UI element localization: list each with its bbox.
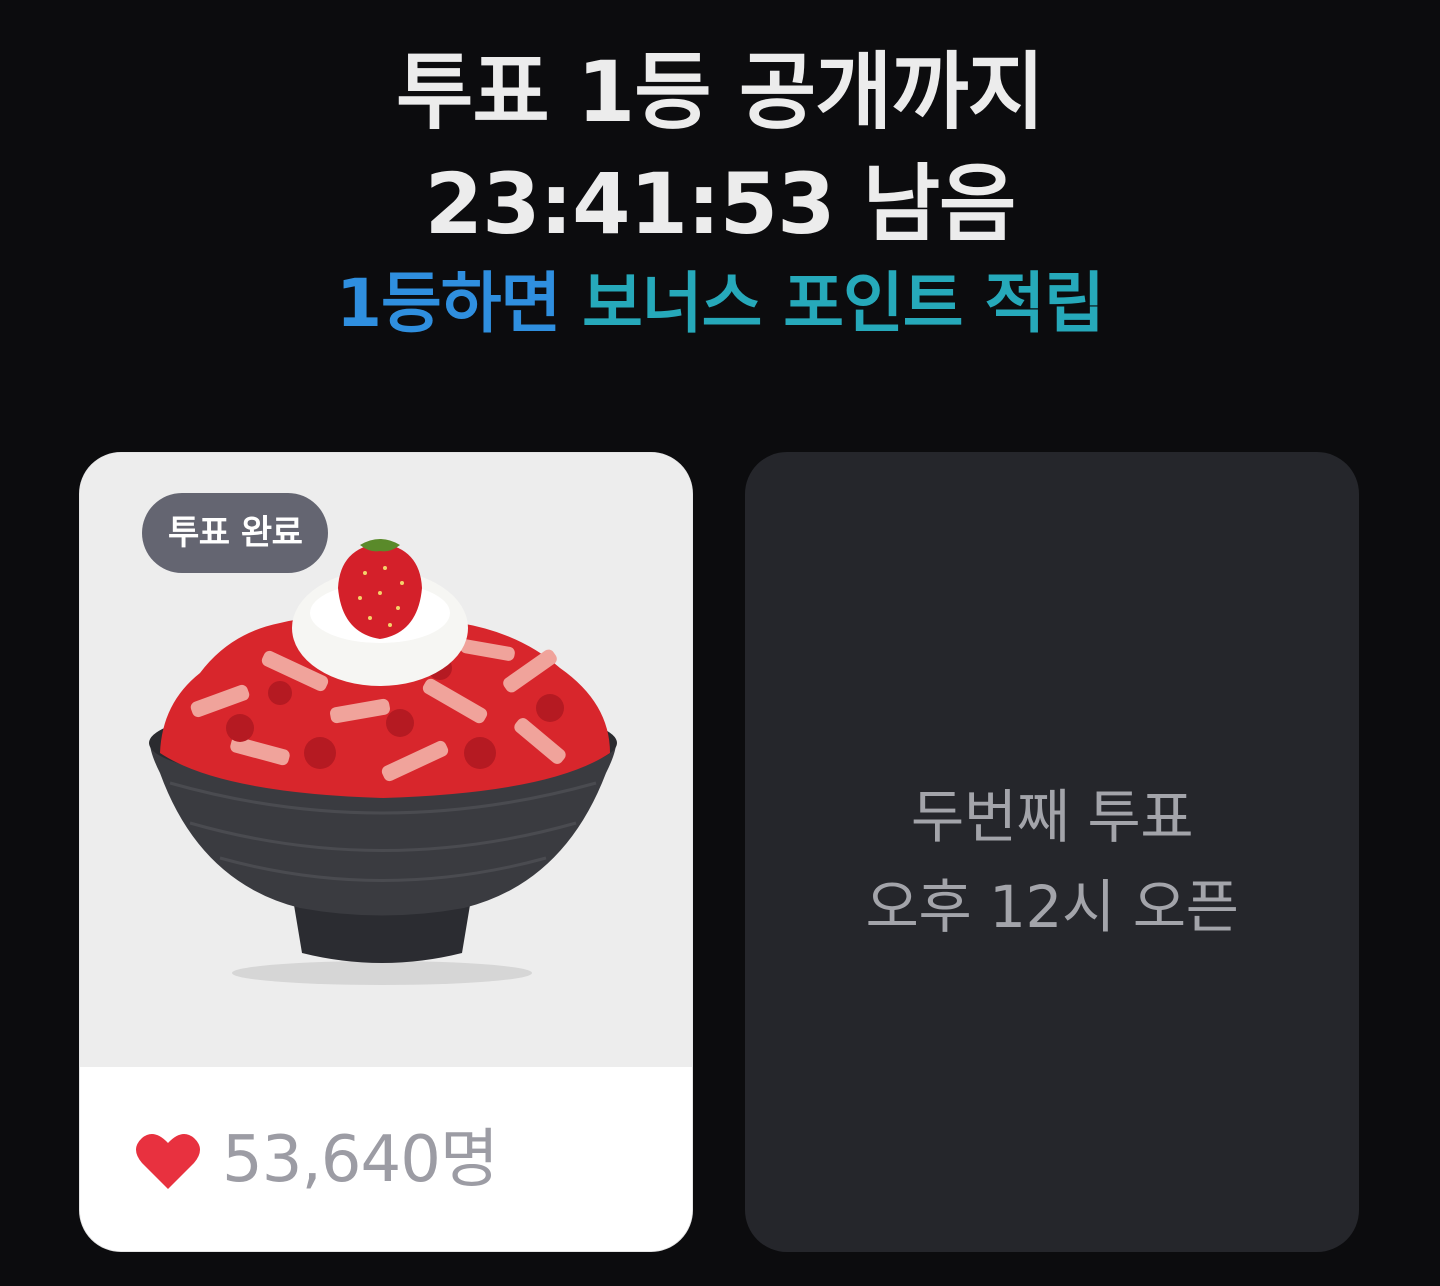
header: 투표 1등 공개까지 23:41:53 남음 1등하면 보너스 포인트 적립 bbox=[0, 36, 1440, 344]
vote-footer: 53,640명 bbox=[80, 1067, 692, 1251]
next-vote-info: 두번째 투표 오후 12시 오픈 bbox=[745, 772, 1359, 952]
next-vote-card: 두번째 투표 오후 12시 오픈 bbox=[745, 452, 1359, 1252]
voted-menu-card[interactable]: 투표 완료 53,640명 bbox=[79, 452, 693, 1252]
vote-page: 투표 1등 공개까지 23:41:53 남음 1등하면 보너스 포인트 적립 투… bbox=[0, 0, 1440, 1286]
menu-photo: 투표 완료 bbox=[80, 453, 692, 1067]
bonus-notice-part1: 1등하면 bbox=[336, 265, 561, 342]
countdown-title: 투표 1등 공개까지 bbox=[396, 43, 1045, 141]
bonus-notice-part2: 보너스 포인트 적립 bbox=[582, 265, 1105, 342]
bonus-notice: 1등하면 보너스 포인트 적립 bbox=[0, 264, 1440, 344]
countdown-timer: 23:41:53 남음 bbox=[424, 155, 1017, 253]
next-vote-title: 두번째 투표 bbox=[910, 783, 1194, 851]
vote-count: 53,640명 bbox=[222, 1123, 499, 1197]
next-vote-open-time: 오후 12시 오픈 bbox=[865, 873, 1239, 941]
vote-complete-badge: 투표 완료 bbox=[142, 493, 329, 573]
heart-icon bbox=[136, 1134, 200, 1189]
